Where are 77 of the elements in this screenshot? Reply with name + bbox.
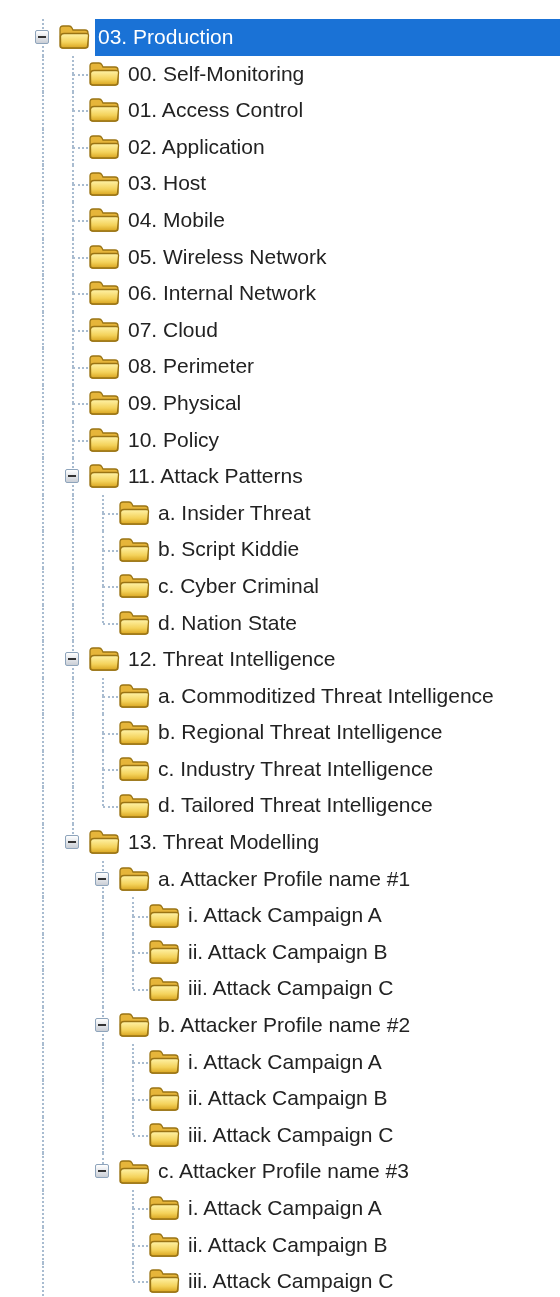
folder-label[interactable]: ii. Attack Campaign B [185, 1080, 560, 1117]
folder-icon [118, 609, 150, 636]
folder-icon [148, 1268, 180, 1295]
folder-label[interactable]: b. Attacker Profile name #2 [155, 1007, 560, 1044]
collapse-toggle[interactable] [65, 835, 79, 850]
folder-label[interactable]: c. Cyber Criminal [155, 567, 560, 605]
folder-label[interactable]: ii. Attack Campaign B [185, 933, 560, 971]
folder-icon [148, 939, 180, 966]
folder-icon [88, 170, 120, 197]
folder-label[interactable]: b. Regional Threat Intelligence [155, 714, 560, 751]
folder-icon [118, 500, 150, 526]
folder-icon [88, 829, 120, 856]
folder-label[interactable]: c. Industry Threat Intelligence [155, 750, 560, 788]
collapse-toggle[interactable] [65, 469, 79, 484]
folder-label[interactable]: 11. Attack Patterns [125, 458, 560, 495]
folder-icon [118, 536, 150, 563]
folder-label[interactable]: 12. Threat Intelligence [125, 641, 560, 678]
folder-icon [148, 1231, 180, 1258]
folder-label[interactable]: 07. Cloud [125, 311, 560, 349]
folder-label[interactable]: 03. Production [95, 19, 560, 56]
folder-label[interactable]: c. Attacker Profile name #3 [155, 1153, 560, 1190]
folder-label[interactable]: 02. Application [125, 128, 560, 166]
folder-icon [148, 1085, 180, 1112]
folder-label[interactable]: b. Script Kiddie [155, 531, 560, 568]
folder-icon [88, 390, 120, 417]
folder-label[interactable]: 00. Self-Monitoring [125, 55, 560, 93]
folder-label[interactable]: 08. Perimeter [125, 348, 560, 385]
collapse-toggle[interactable] [95, 871, 109, 886]
folder-label[interactable]: ii. Attack Campaign B [185, 1226, 560, 1264]
folder-icon [88, 243, 120, 270]
folder-label[interactable]: 13. Threat Modelling [125, 824, 560, 861]
folder-icon [118, 1158, 150, 1185]
collapse-toggle[interactable] [95, 1018, 109, 1033]
folder-icon [118, 865, 150, 892]
folder-icon [148, 1195, 180, 1222]
folder-label[interactable]: i. Attack Campaign A [185, 897, 560, 934]
folder-label[interactable]: 09. Physical [125, 384, 560, 422]
folder-label[interactable]: 03. Host [125, 165, 560, 202]
collapse-toggle[interactable] [95, 1164, 109, 1179]
folder-label[interactable]: 10. Policy [125, 421, 560, 459]
folder-label[interactable]: i. Attack Campaign A [185, 1043, 560, 1081]
folder-icon [88, 134, 120, 161]
folder-icon [118, 683, 150, 709]
folder-icon [88, 280, 120, 307]
folder-icon [118, 573, 150, 600]
folder-label[interactable]: 05. Wireless Network [125, 238, 560, 276]
folder-icon [88, 463, 120, 490]
folder-icon [118, 756, 150, 783]
folder-label[interactable]: a. Attacker Profile name #1 [155, 860, 560, 898]
folder-icon [148, 1048, 180, 1075]
folder-label[interactable]: iii. Attack Campaign C [185, 1116, 560, 1154]
folder-icon [88, 60, 120, 87]
folder-label[interactable]: 01. Access Control [125, 92, 560, 129]
folder-icon [118, 719, 150, 746]
folder-label[interactable]: i. Attack Campaign A [185, 1190, 560, 1227]
folder-icon [148, 902, 180, 929]
folder-icon [88, 646, 120, 673]
folder-label[interactable]: d. Tailored Threat Intelligence [155, 787, 560, 825]
folder-label[interactable]: 06. Internal Network [125, 275, 560, 312]
folder-label[interactable]: iii. Attack Campaign C [185, 1263, 560, 1297]
folder-icon [88, 97, 120, 124]
folder-icon [148, 975, 180, 1002]
folder-label[interactable]: iii. Attack Campaign C [185, 970, 560, 1008]
folder-label[interactable]: a. Commoditized Threat Intelligence [155, 677, 560, 715]
folder-icon [118, 792, 150, 819]
folder-label[interactable]: 04. Mobile [125, 201, 560, 239]
folder-icon [148, 1122, 180, 1149]
folder-label[interactable]: d. Nation State [155, 604, 560, 642]
folder-icon [58, 24, 90, 51]
folder-icon [88, 353, 120, 380]
collapse-toggle[interactable] [35, 30, 49, 44]
folder-icon [88, 426, 120, 453]
folder-icon [118, 1012, 150, 1039]
folder-icon [88, 207, 120, 234]
folder-icon [88, 317, 120, 344]
folder-label[interactable]: a. Insider Threat [155, 494, 560, 532]
collapse-toggle[interactable] [65, 652, 79, 667]
